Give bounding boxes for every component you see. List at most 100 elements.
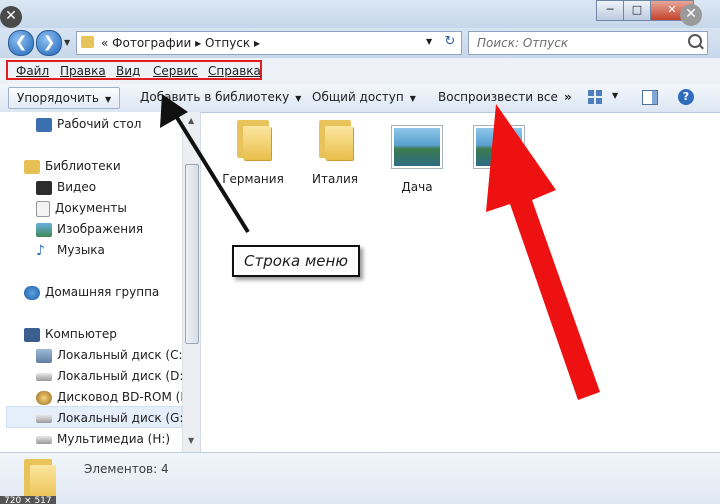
nav-item-label: Документы [55,201,127,215]
file-item[interactable]: Дача [374,118,460,194]
search-placeholder: Поиск: Отпуск [477,36,569,50]
search-icon[interactable] [688,34,702,48]
system-drive-icon [36,348,52,363]
image-size-badge: 720 × 517 [0,496,56,504]
nav-item-label: Видео [57,180,97,194]
homegroup-icon [24,285,40,300]
more-commands-button[interactable]: » [564,90,572,104]
folder-icon [315,118,355,160]
nav-item-label: Изображения [57,222,144,236]
libraries-icon [24,159,40,174]
file-item[interactable]: Италия [292,118,378,186]
menu-tools[interactable]: Сервис [153,64,198,78]
explorer-window: ✕ ─ □ ✕ ✕ ❮ ❯ ▼ « Фотографии ▸ Отпуск ▸ … [0,0,720,504]
address-row: ❮ ❯ ▼ « Фотографии ▸ Отпуск ▸ ▼ ↻ Поиск:… [0,28,720,58]
menu-bar: Файл Правка Вид Сервис Справка [0,58,720,85]
nav-item-libraries[interactable]: Библиотеки [24,156,121,176]
file-name: Италия [311,172,358,186]
help-icon[interactable]: ? [678,89,694,105]
chevron-down-icon: ▼ [295,94,302,103]
computer-icon [24,327,40,342]
folder-icon [81,36,94,48]
nav-item-label: Домашняя группа [45,285,160,299]
drive-icon [36,414,52,423]
menu-bar-callout: Строка меню [232,245,360,277]
nav-item-label: Мультимедиа (H:) [57,432,171,446]
menu-help[interactable]: Справка [208,64,261,78]
photo-thumbnail-icon [392,126,442,168]
file-name: Германия [222,172,284,186]
search-input[interactable]: Поиск: Отпуск [468,31,708,55]
menu-edit[interactable]: Правка [60,64,106,78]
nav-item-desktop[interactable]: Рабочий стол [36,114,141,134]
file-item[interactable]: Германия [210,118,296,186]
organize-label: Упорядочить [17,91,99,105]
documents-icon [36,200,50,217]
nav-item-label: Музыка [57,243,105,257]
nav-item-pictures[interactable]: Изображения [36,219,143,239]
command-bar: Упорядочить ▼ Добавить в библиотеку ▼ Общи… [0,84,720,113]
nav-item-label: Рабочий стол [57,117,142,131]
address-dropdown-icon[interactable]: ▼ [426,37,432,46]
chevron-down-icon: ▼ [409,94,416,103]
nav-item-label: Дисковод BD-ROM (F:) [57,390,196,404]
image-close-icon[interactable]: ✕ [680,4,702,26]
nav-item-label: Локальный диск (C:) [57,348,188,362]
desktop-icon [36,117,52,132]
nav-item-drive-h[interactable]: Мультимедиа (H:) [36,429,170,449]
scrollbar-thumb[interactable] [185,164,199,344]
organize-button[interactable]: Упорядочить ▼ [8,87,121,109]
scroll-down-icon[interactable]: ▼ [188,436,194,445]
nav-item-homegroup[interactable]: Домашняя группа [24,282,159,302]
history-dropdown-icon[interactable]: ▼ [64,38,70,47]
preview-pane-icon[interactable] [642,90,658,105]
minimize-button[interactable]: ─ [596,0,624,21]
scroll-up-icon[interactable]: ▲ [188,116,194,125]
nav-item-label: Библиотеки [45,159,121,173]
folder-icon [233,118,273,160]
nav-item-drive-c[interactable]: Локальный диск (C:) [36,345,187,365]
nav-item-label: Локальный диск (G:) [57,411,189,425]
nav-item-computer[interactable]: Компьютер [24,324,117,344]
address-bar[interactable]: « Фотографии ▸ Отпуск ▸ ▼ [76,31,462,55]
details-pane: Элементов: 4 [0,452,720,504]
add-to-library-button[interactable]: Добавить в библиотеку ▼ [140,90,301,104]
nav-item-drive-g[interactable]: Локальный диск (G:) [36,408,188,428]
pictures-icon [36,222,52,237]
refresh-button[interactable]: ↻ [440,31,460,53]
item-count: Элементов: 4 [84,462,169,476]
play-all-button[interactable]: Воспроизвести все [438,90,558,104]
nav-item-label: Локальный диск (D:) [57,369,189,383]
file-name: Дача [401,180,433,194]
menu-file[interactable]: Файл [16,64,49,78]
maximize-button[interactable]: □ [623,0,651,21]
menu-view[interactable]: Вид [116,64,140,78]
back-button[interactable]: ❮ [8,30,34,56]
drive-icon [36,435,52,444]
photo-thumbnail-icon [474,126,524,168]
nav-scrollbar[interactable]: ▲ ▼ [182,112,201,452]
drive-icon [36,372,52,381]
breadcrumb[interactable]: « Фотографии ▸ Отпуск ▸ [101,36,260,50]
nav-item-drive-d[interactable]: Локальный диск (D:) [36,366,188,386]
file-item[interactable] [456,118,542,180]
nav-item-documents[interactable]: Документы [36,198,127,218]
title-bar: ✕ ─ □ ✕ ✕ [0,0,720,28]
chevron-down-icon: ▼ [104,95,112,104]
nav-item-video[interactable]: Видео [36,177,96,197]
folder-icon [24,459,56,501]
video-icon [36,180,52,195]
pane-divider [200,112,201,452]
navigation-pane: Рабочий стол Библиотеки Видео Документы … [0,112,195,452]
nav-item-label: Компьютер [45,327,117,341]
overlay-close-icon[interactable]: ✕ [0,6,22,28]
music-icon: ♪ [36,242,45,259]
view-dropdown-icon[interactable]: ▼ [612,91,618,100]
view-options-icon[interactable] [588,90,602,104]
share-button[interactable]: Общий доступ ▼ [312,90,416,104]
forward-button[interactable]: ❯ [36,30,62,56]
nav-item-drive-f[interactable]: Дисковод BD-ROM (F:) [36,387,195,407]
nav-item-music[interactable]: ♪ Музыка [36,240,105,260]
add-to-library-label: Добавить в библиотеку [140,90,290,104]
share-label: Общий доступ [312,90,404,104]
